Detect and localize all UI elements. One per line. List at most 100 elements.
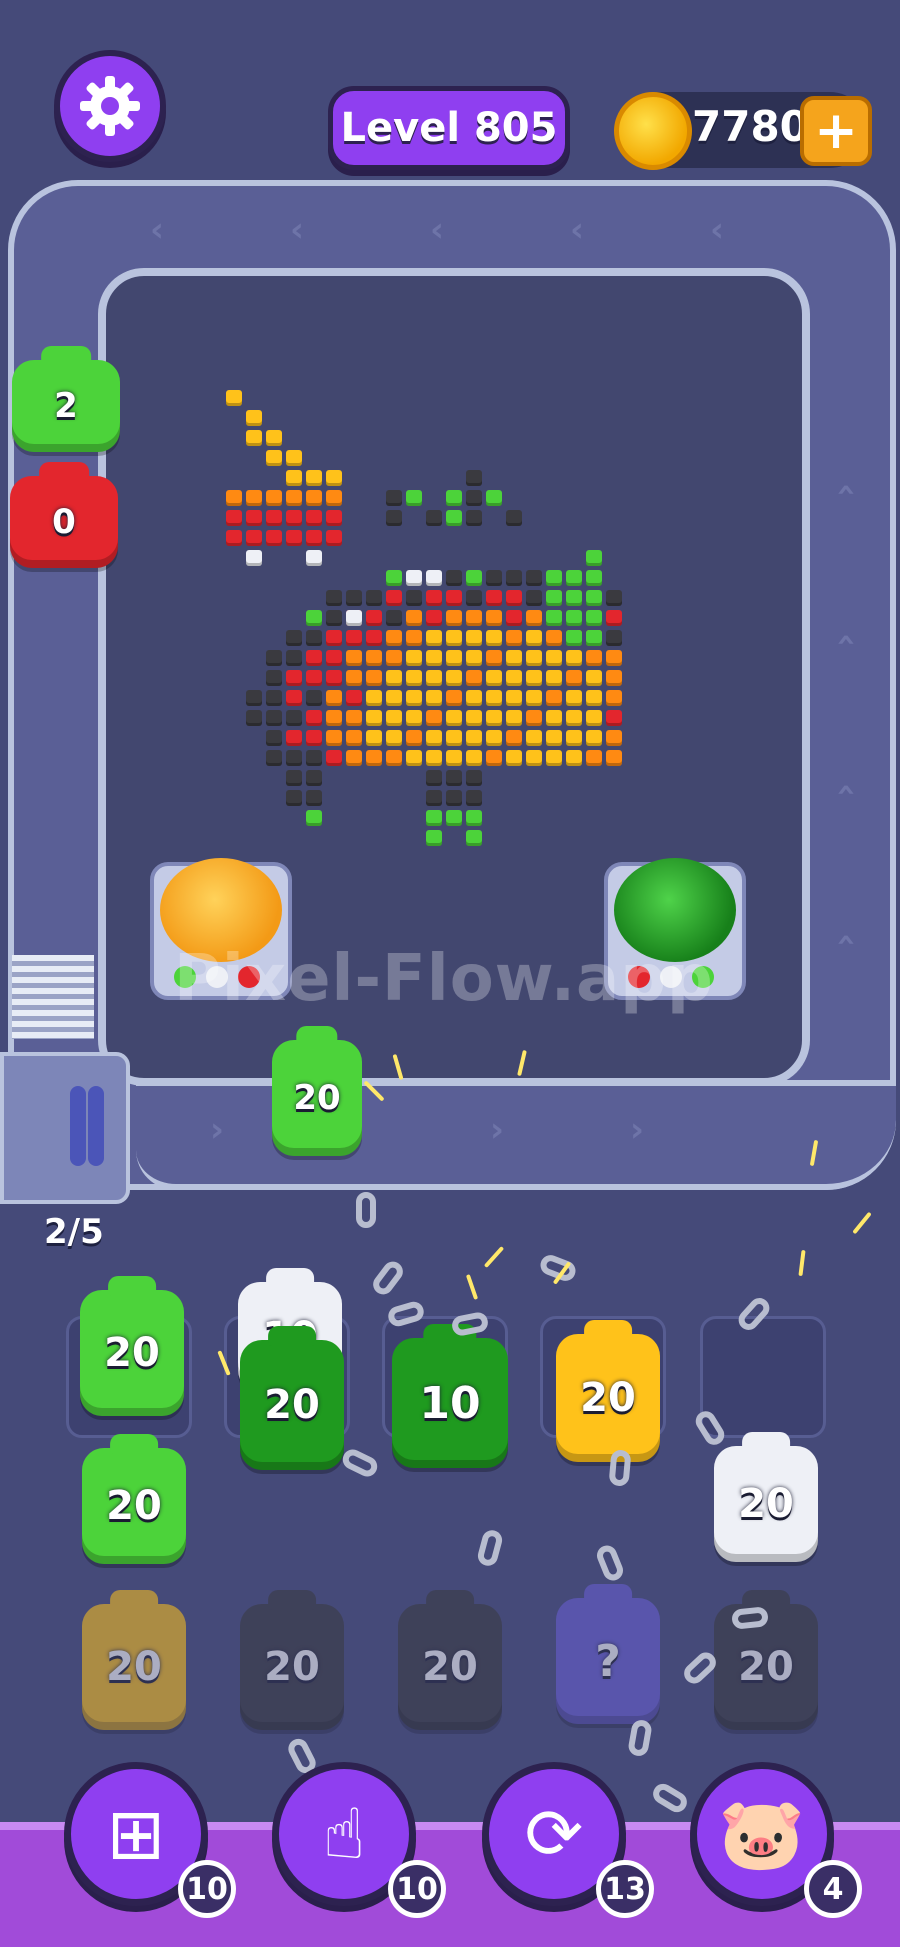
pixel [266,510,282,526]
pixel [466,830,482,846]
pixel [486,710,502,726]
pixel [426,810,442,826]
pixel [566,690,582,706]
pixel [386,690,402,706]
pixel [346,710,362,726]
pixel [606,670,622,686]
pixel [246,690,262,706]
pixel [406,610,422,626]
pixel [306,510,322,526]
pixel [566,570,582,586]
pixel [466,750,482,766]
pixel [506,510,522,526]
shooter-block-darkgreen[interactable]: 10 [392,1338,508,1468]
pixel [466,470,482,486]
pixel [466,770,482,786]
pixel [526,650,542,666]
pixel [566,730,582,746]
pixel [406,590,422,606]
spark [798,1249,806,1277]
pixel [386,630,402,646]
pixel [586,710,602,726]
pixel [266,710,282,726]
booster-count-badge: 13 [596,1860,654,1918]
booster-count-badge: 4 [804,1860,862,1918]
watermark: Pixel-Flow.app [174,942,714,1016]
pixel [306,650,322,666]
pixel [466,810,482,826]
pixel [406,730,422,746]
pixel [446,650,462,666]
pixel [586,750,602,766]
shooter-block-darkgreen[interactable]: 20 [240,1340,344,1470]
pixel [586,730,602,746]
pixel [306,810,322,826]
shooter-block-white[interactable]: 20 [714,1446,818,1562]
booster-count-badge: 10 [178,1860,236,1918]
pixel [326,750,342,766]
pixel [526,690,542,706]
hand-pointer-icon: ☝ [322,1793,366,1875]
pixel [506,650,522,666]
pixel [246,510,262,526]
pixel [326,630,342,646]
pixel [306,670,322,686]
pixel [446,610,462,626]
pixel [466,790,482,806]
pixel [486,750,502,766]
pixel [326,730,342,746]
shooter-block-yellow-locked: 20 [82,1604,186,1730]
pixel [586,670,602,686]
pixel [466,570,482,586]
pixel [446,750,462,766]
settings-button[interactable] [54,50,166,162]
pixel [506,590,522,606]
pixel [586,630,602,646]
pixel [226,390,242,406]
pixel [466,710,482,726]
pixel [326,710,342,726]
belt-shooter-green[interactable]: 2 [12,360,120,452]
chain-link [649,1780,691,1816]
pixel [266,690,282,706]
pixel [546,690,562,706]
pixel [306,610,322,626]
pixel [566,710,582,726]
pixel [466,490,482,506]
pixel [606,730,622,746]
pixel [526,610,542,626]
pixel [306,530,322,546]
pixel [486,490,502,506]
belt-shooter-red[interactable]: 0 [10,476,118,568]
pixel [386,670,402,686]
pixel [606,710,622,726]
pixel [426,790,442,806]
level-indicator: Level 805 [328,86,570,170]
pixel [506,730,522,746]
shooter-block-green[interactable]: 20 [82,1448,186,1564]
pixel [286,670,302,686]
pixel [586,570,602,586]
pixel [506,710,522,726]
pixel [486,730,502,746]
pixel [546,610,562,626]
pixel [466,590,482,606]
pixel [306,470,322,486]
pixel [326,670,342,686]
pixel [366,610,382,626]
pixel [546,750,562,766]
belt-shooter-green-active[interactable]: 20 [272,1040,362,1156]
shooter-block-black-locked: 20 [398,1604,502,1730]
chain-link [475,1528,505,1568]
pixel [426,570,442,586]
booster-count-badge: 10 [388,1860,446,1918]
pixel [266,490,282,506]
pixel [306,730,322,746]
shooter-block-yellow[interactable]: 20 [556,1334,660,1462]
shooter-block-green[interactable]: 20 [80,1290,184,1416]
add-coins-button[interactable]: + [800,96,872,166]
pixel [366,590,382,606]
pixel [366,710,382,726]
pixel [346,730,362,746]
pixel [426,590,442,606]
